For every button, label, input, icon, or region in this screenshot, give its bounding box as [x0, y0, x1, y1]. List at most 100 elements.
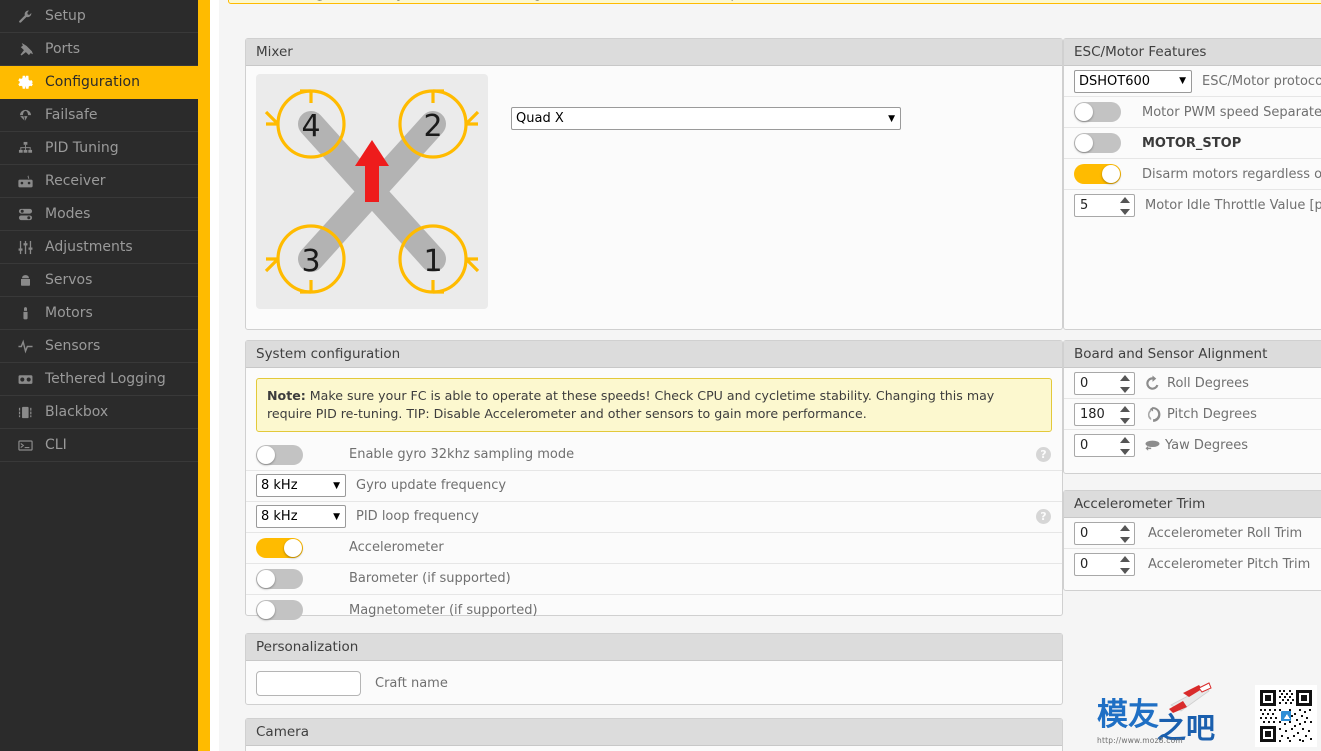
- esc-protocol-select[interactable]: DSHOT600: [1074, 69, 1192, 93]
- esc-protocol-label: ESC/Motor protocol: [1202, 73, 1321, 89]
- esc-protocol-select-wrapper[interactable]: DSHOT600 ▼: [1074, 69, 1192, 93]
- waveform-icon: [14, 338, 36, 354]
- accelerometer-toggle[interactable]: [256, 537, 303, 558]
- sidebar-item-label: Sensors: [45, 338, 101, 354]
- sidebar-accent-strip: [198, 0, 210, 751]
- recorder-icon: [14, 371, 36, 387]
- pid-loop-frequency-select-wrapper[interactable]: 8 kHz ▼: [256, 505, 346, 529]
- sidebar-item-blackbox[interactable]: Blackbox: [0, 396, 198, 429]
- pitch-degrees-label: Pitch Degrees: [1167, 406, 1257, 422]
- gyro-32khz-toggle[interactable]: [256, 444, 303, 465]
- disarm-motors-label: Disarm motors regardless of throttle: [1142, 166, 1321, 182]
- sidebar-item-configuration[interactable]: Configuration: [0, 66, 198, 99]
- motor-icon: [14, 305, 36, 321]
- stepper-arrows[interactable]: [1119, 437, 1130, 455]
- sidebar-item-label: CLI: [45, 437, 67, 453]
- accelerometer-pitch-trim-row: 0 Accelerometer Pitch Trim: [1064, 549, 1321, 580]
- pitch-degrees-stepper[interactable]: 180: [1074, 402, 1135, 426]
- sidebar-item-failsafe[interactable]: Failsafe: [0, 99, 198, 132]
- watermark-url: http://www.moz8.com: [1097, 736, 1183, 745]
- sidebar-item-label: Motors: [45, 305, 93, 321]
- pid-loop-frequency-select[interactable]: 8 kHz: [256, 505, 346, 529]
- barometer-row: Barometer (if supported): [246, 564, 1062, 595]
- note-text-suffix: enabling the features that will use the …: [484, 0, 767, 1]
- accelerometer-row: Accelerometer: [246, 533, 1062, 564]
- sidebar-item-label: Adjustments: [45, 239, 133, 255]
- sidebar-item-modes[interactable]: Modes: [0, 198, 198, 231]
- sidebar-item-setup[interactable]: Setup: [0, 0, 198, 33]
- system-configuration-note: Note: Make sure your FC is able to opera…: [256, 378, 1052, 432]
- pid-loop-frequency-row: 8 kHz ▼ PID loop frequency ?: [246, 502, 1062, 533]
- sidebar-item-label: Configuration: [45, 74, 140, 90]
- mixer-panel-title: Mixer: [256, 44, 293, 60]
- sidebar-item-label: Modes: [45, 206, 91, 222]
- accelerometer-roll-trim-stepper[interactable]: 0: [1074, 521, 1135, 545]
- craft-name-input[interactable]: [256, 670, 361, 696]
- gear-icon: [14, 74, 36, 90]
- gyro-32khz-label: Enable gyro 32khz sampling mode: [349, 447, 575, 463]
- personalization-panel: Personalization Craft name: [245, 633, 1063, 705]
- motor-pwm-separated-label: Motor PWM speed Separated from: [1142, 104, 1321, 120]
- stepper-arrows[interactable]: [1119, 374, 1130, 393]
- roll-rotate-icon: [1144, 374, 1161, 392]
- sidebar-item-label: Servos: [45, 272, 93, 288]
- yaw-rotate-icon: [1144, 437, 1161, 454]
- app-root: Setup Ports Configuration Failsafe PID T…: [0, 0, 1321, 751]
- sidebar-item-ports[interactable]: Ports: [0, 33, 198, 66]
- motor-pwm-separated-toggle[interactable]: [1074, 102, 1121, 122]
- switches-icon: [14, 206, 36, 222]
- terminal-icon: [14, 437, 36, 453]
- parachute-icon: [14, 107, 36, 123]
- magnetometer-label: Magnetometer (if supported): [349, 602, 538, 618]
- barometer-toggle[interactable]: [256, 568, 303, 589]
- motor-stop-toggle[interactable]: [1074, 133, 1121, 153]
- note-text-highlight: before: [438, 0, 484, 1]
- roll-degrees-stepper[interactable]: 0: [1074, 371, 1135, 395]
- sidebar-item-receiver[interactable]: Receiver: [0, 165, 198, 198]
- faders-icon: [14, 239, 36, 255]
- svg-text:4: 4: [301, 109, 320, 144]
- gyro-update-frequency-row: 8 kHz ▼ Gyro update frequency: [246, 471, 1062, 502]
- sidebar-item-sensors[interactable]: Sensors: [0, 330, 198, 363]
- sidebar-item-tethered-logging[interactable]: Tethered Logging: [0, 363, 198, 396]
- mixer-type-select[interactable]: Quad X: [511, 107, 901, 130]
- stepper-arrows[interactable]: [1119, 556, 1130, 574]
- gyro-update-frequency-select-wrapper[interactable]: 8 kHz ▼: [256, 474, 346, 498]
- mixer-type-select-wrapper[interactable]: Quad X ▼: [511, 107, 901, 130]
- help-icon[interactable]: ?: [1036, 509, 1051, 525]
- motor-idle-throttle-stepper[interactable]: 5: [1074, 194, 1135, 217]
- magnetometer-toggle[interactable]: [256, 600, 303, 621]
- qr-code-icon: [1255, 685, 1317, 747]
- yaw-degrees-stepper[interactable]: 0: [1074, 434, 1135, 457]
- yaw-degrees-value: 0: [1080, 438, 1089, 453]
- serial-ports-note: Note: configure serial ports before enab…: [228, 0, 1321, 4]
- sidebar-item-cli[interactable]: CLI: [0, 429, 198, 462]
- sidebar-item-servos[interactable]: Servos: [0, 264, 198, 297]
- stepper-arrows[interactable]: [1119, 405, 1130, 424]
- mixer-diagram: 4 2 3 1: [256, 74, 488, 309]
- gyro-update-frequency-select[interactable]: 8 kHz: [256, 474, 346, 498]
- sidebar-item-label: PID Tuning: [45, 140, 119, 156]
- note-body: Make sure your FC is able to operate at …: [267, 388, 995, 421]
- sidebar-item-adjustments[interactable]: Adjustments: [0, 231, 198, 264]
- svg-text:2: 2: [423, 109, 442, 144]
- board-alignment-header: Board and Sensor Alignment: [1064, 341, 1321, 368]
- accelerometer-pitch-trim-stepper[interactable]: 0: [1074, 553, 1135, 576]
- disarm-motors-row: Disarm motors regardless of throttle: [1064, 159, 1321, 190]
- roll-degrees-value: 0: [1080, 375, 1089, 391]
- barometer-label: Barometer (if supported): [349, 571, 511, 587]
- help-icon[interactable]: ?: [1036, 447, 1051, 463]
- content-background: Note: configure serial ports before enab…: [219, 0, 1321, 751]
- disarm-motors-toggle[interactable]: [1074, 164, 1121, 184]
- stepper-arrows[interactable]: [1119, 197, 1130, 215]
- sidebar: Setup Ports Configuration Failsafe PID T…: [0, 0, 198, 751]
- accelerometer-roll-trim-value: 0: [1080, 525, 1089, 541]
- plug-icon: [14, 41, 36, 57]
- yaw-degrees-row: 0 Yaw Degrees: [1064, 430, 1321, 461]
- sidebar-item-pid-tuning[interactable]: PID Tuning: [0, 132, 198, 165]
- sidebar-item-label: Receiver: [45, 173, 106, 189]
- sidebar-item-motors[interactable]: Motors: [0, 297, 198, 330]
- pitch-degrees-row: 180 Pitch Degrees: [1064, 399, 1321, 430]
- stepper-arrows[interactable]: [1119, 524, 1130, 543]
- accelerometer-roll-trim-row: 0 Accelerometer Roll Trim: [1064, 518, 1321, 549]
